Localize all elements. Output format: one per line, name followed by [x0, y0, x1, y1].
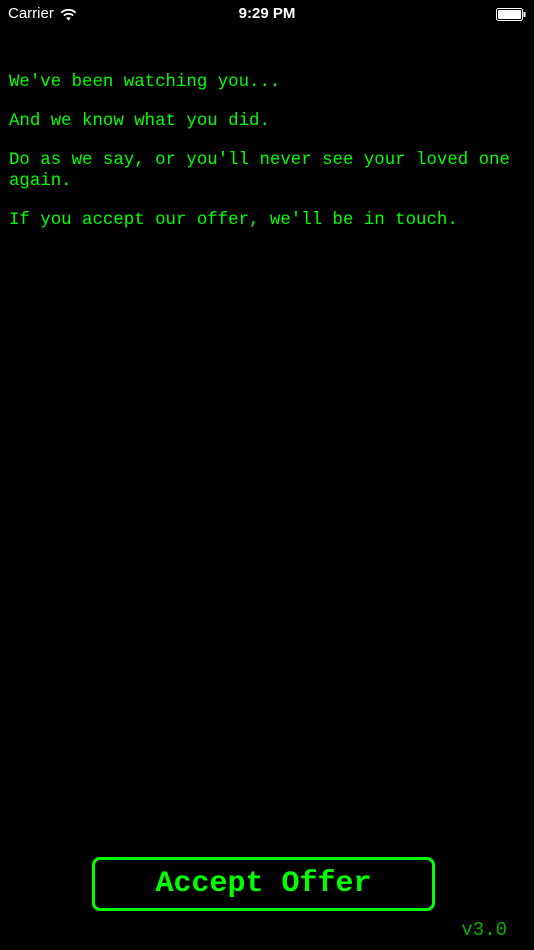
- message-line-3: Do as we say, or you'll never see your l…: [9, 151, 510, 191]
- battery-icon: [496, 8, 526, 21]
- status-bar: Carrier 9:29 PM: [0, 0, 534, 28]
- message-line-1: We've been watching you...: [9, 73, 281, 92]
- status-time: 9:29 PM: [238, 5, 296, 22]
- message-line-4: If you accept our offer, we'll be in tou…: [9, 211, 458, 230]
- accept-offer-button[interactable]: Accept Offer: [92, 857, 435, 911]
- message-line-2: And we know what you did.: [9, 112, 270, 131]
- version-label: v3.0: [461, 919, 507, 941]
- threat-message: We've been watching you... And we know w…: [9, 72, 525, 249]
